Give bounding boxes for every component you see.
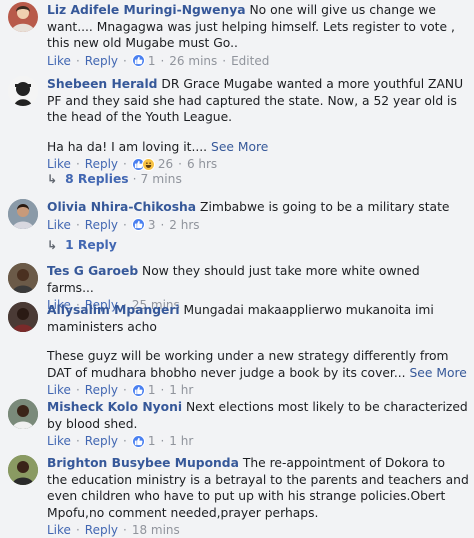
avatar[interactable]: [8, 302, 38, 332]
haha-reaction-icon: [141, 157, 155, 171]
reply-button[interactable]: Reply: [85, 54, 118, 68]
like-reaction-icon: [131, 434, 145, 448]
like-button[interactable]: Like: [47, 434, 71, 448]
commenter-name[interactable]: Tes G Garoeb: [47, 264, 138, 278]
reply-arrow-icon: ↳: [47, 238, 58, 252]
avatar[interactable]: [8, 199, 38, 229]
reaction-count: 3: [147, 217, 156, 232]
commenter-name[interactable]: Allysalim Mpangeri: [47, 303, 180, 317]
replies-count[interactable]: 8 Replies: [65, 172, 129, 186]
timestamp[interactable]: 2 hrs: [169, 218, 199, 232]
timestamp[interactable]: 18 mins: [132, 523, 180, 537]
edited-label[interactable]: Edited: [231, 54, 269, 68]
timestamp[interactable]: 6 hrs: [187, 157, 217, 171]
avatar[interactable]: [8, 399, 38, 429]
avatar[interactable]: [8, 2, 38, 32]
like-button[interactable]: Like: [47, 54, 71, 68]
reply-arrow-icon: ↳: [47, 172, 58, 186]
reaction-count: 26: [157, 157, 174, 171]
reply-button[interactable]: Reply: [85, 218, 118, 232]
comment-text: Zimbabwe is going to be a military state: [200, 200, 450, 214]
like-button[interactable]: Like: [47, 218, 71, 232]
comments-feed: Liz Adifele Muringi-Ngwenya No one will …: [0, 0, 474, 538]
comment-text-continued: These guyz will be working under a new s…: [47, 349, 449, 380]
like-reaction-icon: [131, 54, 145, 67]
like-reaction-icon: [131, 218, 145, 231]
avatar[interactable]: [8, 76, 38, 106]
commenter-name[interactable]: Olivia Nhira-Chikosha: [47, 200, 196, 214]
reactions[interactable]: [131, 54, 145, 67]
reply-button[interactable]: Reply: [85, 434, 118, 448]
like-button[interactable]: Like: [47, 157, 71, 171]
timestamp[interactable]: 26 mins: [169, 54, 217, 68]
see-more-link[interactable]: See More: [211, 140, 268, 154]
view-replies-link[interactable]: ↳ 8 Replies · 7 mins: [47, 172, 182, 186]
avatar[interactable]: [8, 455, 38, 485]
reaction-count: 1: [147, 53, 156, 68]
like-reaction-icon: [131, 383, 145, 397]
commenter-name[interactable]: Brighton Busybee Muponda: [47, 456, 239, 470]
reaction-count: 1: [147, 383, 156, 397]
timestamp[interactable]: 1 hr: [169, 383, 193, 397]
replies-count[interactable]: 1 Reply: [65, 238, 117, 252]
reactions[interactable]: [131, 157, 155, 171]
reply-button[interactable]: Reply: [85, 157, 118, 171]
like-button[interactable]: Like: [47, 523, 71, 537]
timestamp[interactable]: 1 hr: [169, 434, 193, 448]
see-more-link[interactable]: See More: [410, 366, 467, 380]
comment-text-continued: Ha ha da! I am loving it....: [47, 139, 208, 154]
reply-button[interactable]: Reply: [85, 523, 118, 537]
reply-button[interactable]: Reply: [85, 383, 118, 397]
avatar[interactable]: [8, 263, 38, 293]
reactions[interactable]: [131, 383, 145, 397]
reaction-count: 1: [147, 434, 156, 448]
commenter-name[interactable]: Shebeen Herald: [47, 77, 157, 91]
commenter-name[interactable]: Liz Adifele Muringi-Ngwenya: [47, 3, 246, 17]
reactions[interactable]: [131, 218, 145, 231]
view-replies-link[interactable]: ↳ 1 Reply: [47, 238, 117, 252]
like-button[interactable]: Like: [47, 383, 71, 397]
reactions[interactable]: [131, 434, 145, 448]
replies-timestamp: 7 mins: [140, 172, 182, 186]
commenter-name[interactable]: Misheck Kolo Nyoni: [47, 400, 182, 414]
